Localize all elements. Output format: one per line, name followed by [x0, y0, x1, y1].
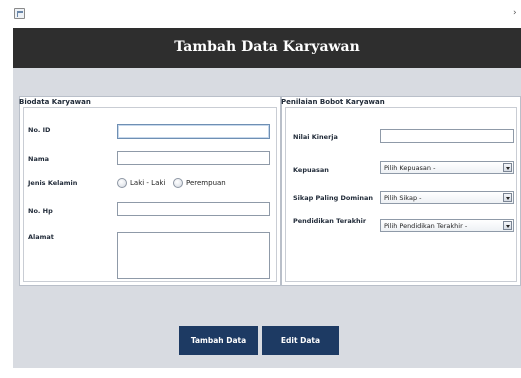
kepuasan-select[interactable]: Pilih Kepuasan - — [380, 161, 514, 174]
kepuasan-label: Kepuasan — [293, 166, 329, 174]
biodata-panel-title: Biodata Karyawan — [19, 98, 91, 106]
penilaian-panel: Penilaian Bobot Karyawan Nilai Kinerja K… — [281, 96, 521, 286]
pendidikan-select[interactable]: Pilih Pendidikan Terakhir - — [380, 219, 514, 232]
penilaian-panel-title: Penilaian Bobot Karyawan — [281, 98, 385, 106]
id-field[interactable] — [117, 124, 270, 139]
gender-label: Jenis Kelamin — [28, 179, 78, 187]
close-icon[interactable]: › — [513, 9, 517, 18]
id-label: No. ID — [28, 126, 51, 134]
alamat-label: Alamat — [28, 233, 54, 241]
pendidikan-select-value: Pilih Pendidikan Terakhir - — [384, 222, 468, 230]
biodata-panel: Biodata Karyawan No. ID Nama Jenis Kelam… — [19, 96, 281, 286]
kinerja-field[interactable] — [380, 129, 514, 143]
sikap-label: Sikap Paling Dominan — [293, 194, 374, 202]
nama-label: Nama — [28, 155, 49, 163]
page-title: Tambah Data Karyawan — [174, 39, 360, 55]
sikap-select-value: Pilih Sikap - — [384, 194, 422, 202]
header-bar: Tambah Data Karyawan — [13, 28, 521, 68]
radio-perempuan-label: Perempuan — [186, 179, 226, 187]
chevron-down-icon[interactable] — [503, 221, 512, 230]
pendidikan-label: Pendidikan Terakhir — [293, 217, 367, 225]
nama-field[interactable] — [117, 151, 270, 165]
chevron-down-icon[interactable] — [503, 163, 512, 172]
sikap-select[interactable]: Pilih Sikap - — [380, 191, 514, 204]
form-area: Biodata Karyawan No. ID Nama Jenis Kelam… — [13, 68, 521, 368]
radio-laki-laki-label: Laki - Laki — [130, 179, 166, 187]
window-icon — [14, 8, 25, 19]
alamat-textarea[interactable] — [117, 232, 270, 279]
edit-data-button[interactable]: Edit Data — [262, 326, 339, 355]
kepuasan-select-value: Pilih Kepuasan - — [384, 164, 436, 172]
kinerja-label: Nilai Kinerja — [293, 133, 338, 141]
tambah-data-button[interactable]: Tambah Data — [179, 326, 258, 355]
chevron-down-icon[interactable] — [503, 193, 512, 202]
hp-label: No. Hp — [28, 207, 53, 215]
radio-perempuan[interactable] — [173, 178, 183, 188]
radio-laki-laki[interactable] — [117, 178, 127, 188]
hp-field[interactable] — [117, 202, 270, 216]
